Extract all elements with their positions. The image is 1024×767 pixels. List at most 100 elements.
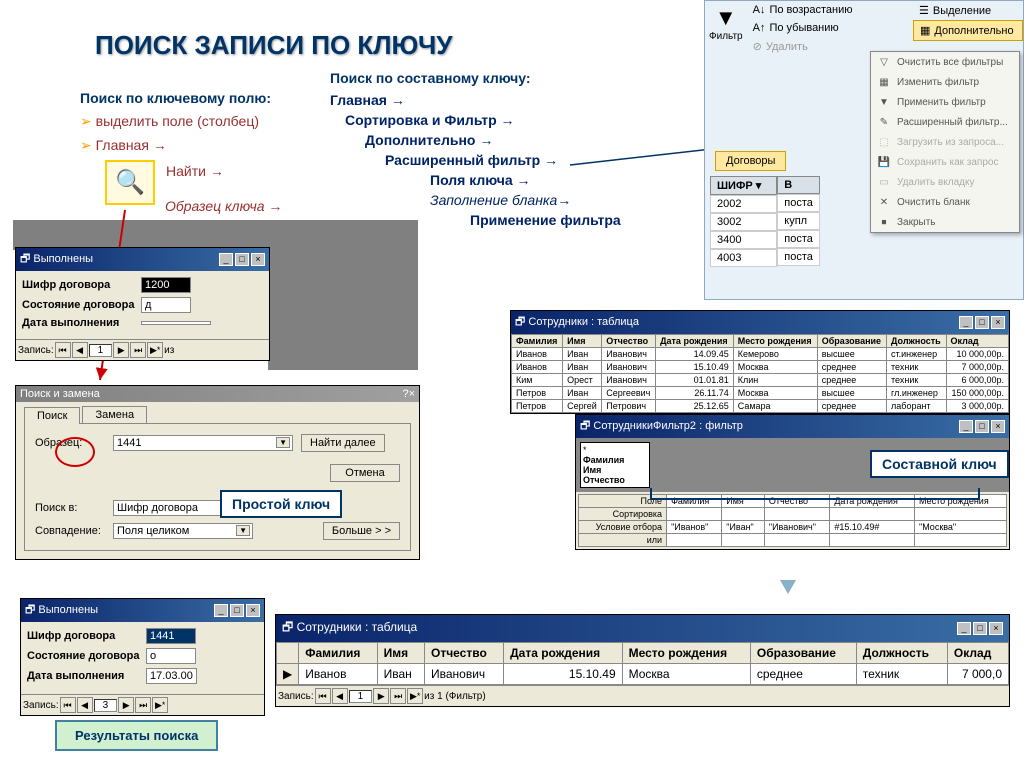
close-icon[interactable]: × xyxy=(409,388,415,400)
cell-r2c2[interactable]: поста xyxy=(777,230,820,248)
label-searchin: Поиск в: xyxy=(35,502,105,514)
record-number-2[interactable]: 3 xyxy=(94,699,118,712)
nav-first-icon[interactable]: ⏮ xyxy=(55,342,71,358)
sample-combo[interactable]: 1441 xyxy=(113,435,293,451)
close-icon[interactable]: × xyxy=(989,622,1003,635)
cell-r3c2[interactable]: поста xyxy=(777,248,820,266)
menu-edit-filter[interactable]: ▦Изменить фильтр xyxy=(871,72,1019,92)
maximize-icon[interactable]: □ xyxy=(230,604,244,617)
minimize-icon[interactable]: _ xyxy=(214,604,228,617)
clear-blank-icon: ✕ xyxy=(877,195,891,209)
more-button[interactable]: Больше > > xyxy=(323,522,400,540)
label-shifr: Шифр договора xyxy=(22,279,137,291)
nav-last-icon[interactable]: ⏭ xyxy=(390,688,406,704)
nav-next-icon[interactable]: ▶ xyxy=(113,342,129,358)
minimize-icon[interactable]: _ xyxy=(957,622,971,635)
binoculars-icon[interactable]: 🔍 xyxy=(105,160,155,205)
maximize-icon[interactable]: □ xyxy=(975,420,989,433)
minimize-icon[interactable]: _ xyxy=(959,316,973,329)
menu-clear-blank[interactable]: ✕Очистить бланк xyxy=(871,192,1019,212)
titlebar-search[interactable]: Поиск и замена ?× xyxy=(16,386,419,402)
nav-prev-icon[interactable]: ◀ xyxy=(332,688,348,704)
table-row: КимОрестИванович01.01.81Клинсреднеетехни… xyxy=(512,374,1009,387)
nav-new-icon[interactable]: ▶* xyxy=(147,342,163,358)
minimize-icon[interactable]: _ xyxy=(959,420,973,433)
input-date[interactable] xyxy=(141,321,211,325)
find-next-button[interactable]: Найти далее xyxy=(301,434,385,452)
cell-3002[interactable]: 3002 xyxy=(710,213,777,231)
tab-search[interactable]: Поиск xyxy=(24,407,80,424)
input-state[interactable]: д xyxy=(141,297,191,313)
sort-desc-button[interactable]: A↑По убыванию xyxy=(747,19,913,37)
titlebar-form2[interactable]: 🗗 Выполнены _□× xyxy=(21,599,264,622)
match-combo[interactable]: Поля целиком xyxy=(113,523,253,539)
cell-r1c2[interactable]: купл xyxy=(777,212,820,230)
input-state2[interactable]: о xyxy=(146,648,196,664)
input-shifr[interactable]: 1200 xyxy=(141,277,191,293)
maximize-icon[interactable]: □ xyxy=(235,253,249,266)
titlebar-form1[interactable]: 🗗 Выполнены _□× xyxy=(16,248,269,271)
titlebar-filter[interactable]: 🗗 СотрудникиФильтр2 : фильтр _□× xyxy=(576,415,1009,438)
nav-first-icon[interactable]: ⏮ xyxy=(315,688,331,704)
cell-4003[interactable]: 4003 xyxy=(710,249,777,267)
filter-grid[interactable]: ПолеФамилияИмяОтчествоДата рожденияМесто… xyxy=(578,494,1007,547)
select-icon: ☰ xyxy=(919,4,929,17)
nav-prev-icon[interactable]: ◀ xyxy=(72,342,88,358)
cell-2002[interactable]: 2002 xyxy=(710,195,777,213)
close-icon[interactable]: × xyxy=(991,420,1005,433)
menu-ext-filter[interactable]: ✎Расширенный фильтр... xyxy=(871,112,1019,132)
label-find: Найти → xyxy=(166,163,224,179)
nav-last-icon[interactable]: ⏭ xyxy=(135,697,151,713)
record-number[interactable]: 1 xyxy=(89,344,113,357)
col-shifr[interactable]: ШИФР ▾ xyxy=(710,176,777,195)
menu-clear-filters[interactable]: ▽Очистить все фильтры xyxy=(871,52,1019,72)
arrow-down-icon xyxy=(780,580,796,594)
sort-asc-button[interactable]: A↓По возрастанию xyxy=(747,1,913,19)
menu-apply-filter[interactable]: ▼Применить фильтр xyxy=(871,92,1019,112)
cell-3400[interactable]: 3400 xyxy=(710,231,777,249)
cell-r0c2[interactable]: поста xyxy=(777,194,820,212)
nav-new-icon[interactable]: ▶* xyxy=(152,697,168,713)
maximize-icon[interactable]: □ xyxy=(975,316,989,329)
close-icon[interactable]: × xyxy=(246,604,260,617)
nav-first-icon[interactable]: ⏮ xyxy=(60,697,76,713)
field-list[interactable]: * Фамилия Имя Отчество xyxy=(580,442,650,488)
record-number-result[interactable]: 1 xyxy=(349,690,373,703)
menu-close[interactable]: ⏹Закрыть xyxy=(871,212,1019,232)
form-executed-1: 🗗 Выполнены _□× Шифр договора1200 Состоя… xyxy=(15,247,270,361)
titlebar-staff[interactable]: 🗗 Сотрудники : таблица _□× xyxy=(511,311,1009,334)
nav-next-icon[interactable]: ▶ xyxy=(373,688,389,704)
advanced-dropdown-menu: ▽Очистить все фильтры ▦Изменить фильтр ▼… xyxy=(870,51,1020,233)
edit-filter-icon: ▦ xyxy=(877,75,891,89)
advanced-icon: ▦ xyxy=(920,24,930,37)
input-shifr2[interactable]: 1441 xyxy=(146,628,196,644)
label-state2: Состояние договора xyxy=(27,650,142,662)
nav-last-icon[interactable]: ⏭ xyxy=(130,342,146,358)
maximize-icon[interactable]: □ xyxy=(973,622,987,635)
advanced-button[interactable]: ▦Дополнительно xyxy=(913,20,1023,41)
label-match: Совпадение: xyxy=(35,525,105,537)
row-selector-icon[interactable]: ▶ xyxy=(277,664,299,685)
staff-table[interactable]: ФамилияИмяОтчествоДата рожденияМесто рож… xyxy=(511,334,1009,413)
minimize-icon[interactable]: _ xyxy=(219,253,233,266)
close-icon[interactable]: × xyxy=(251,253,265,266)
menu-delete-tab: ▭Удалить вкладку xyxy=(871,172,1019,192)
nav-new-icon[interactable]: ▶* xyxy=(407,688,423,704)
table-row: ПетровСергейПетрович25.12.65Самарасредне… xyxy=(512,400,1009,413)
nav-next-icon[interactable]: ▶ xyxy=(118,697,134,713)
search-replace-dialog: Поиск и замена ?× Поиск Замена Образец: … xyxy=(15,385,420,560)
selection-button[interactable]: ☰Выделение xyxy=(913,1,1023,20)
cancel-button[interactable]: Отмена xyxy=(330,464,400,482)
tab-contracts[interactable]: Договоры xyxy=(715,151,786,171)
tab-replace[interactable]: Замена xyxy=(82,406,147,423)
nav-main: Главная → xyxy=(330,92,405,108)
close-icon[interactable]: × xyxy=(991,316,1005,329)
col-v[interactable]: В xyxy=(777,176,820,194)
input-date2[interactable]: 17.03.00 xyxy=(146,668,197,684)
nav-prev-icon[interactable]: ◀ xyxy=(77,697,93,713)
result-table[interactable]: ФамилияИмяОтчествоДата рожденияМесто рож… xyxy=(276,642,1009,685)
funnel-icon[interactable]: ▼ xyxy=(709,5,743,31)
nav-extfilter: Расширенный фильтр → xyxy=(385,152,558,168)
bullet-main: Главная → xyxy=(80,137,167,154)
titlebar-result[interactable]: 🗗 Сотрудники : таблица _□× xyxy=(276,615,1009,642)
